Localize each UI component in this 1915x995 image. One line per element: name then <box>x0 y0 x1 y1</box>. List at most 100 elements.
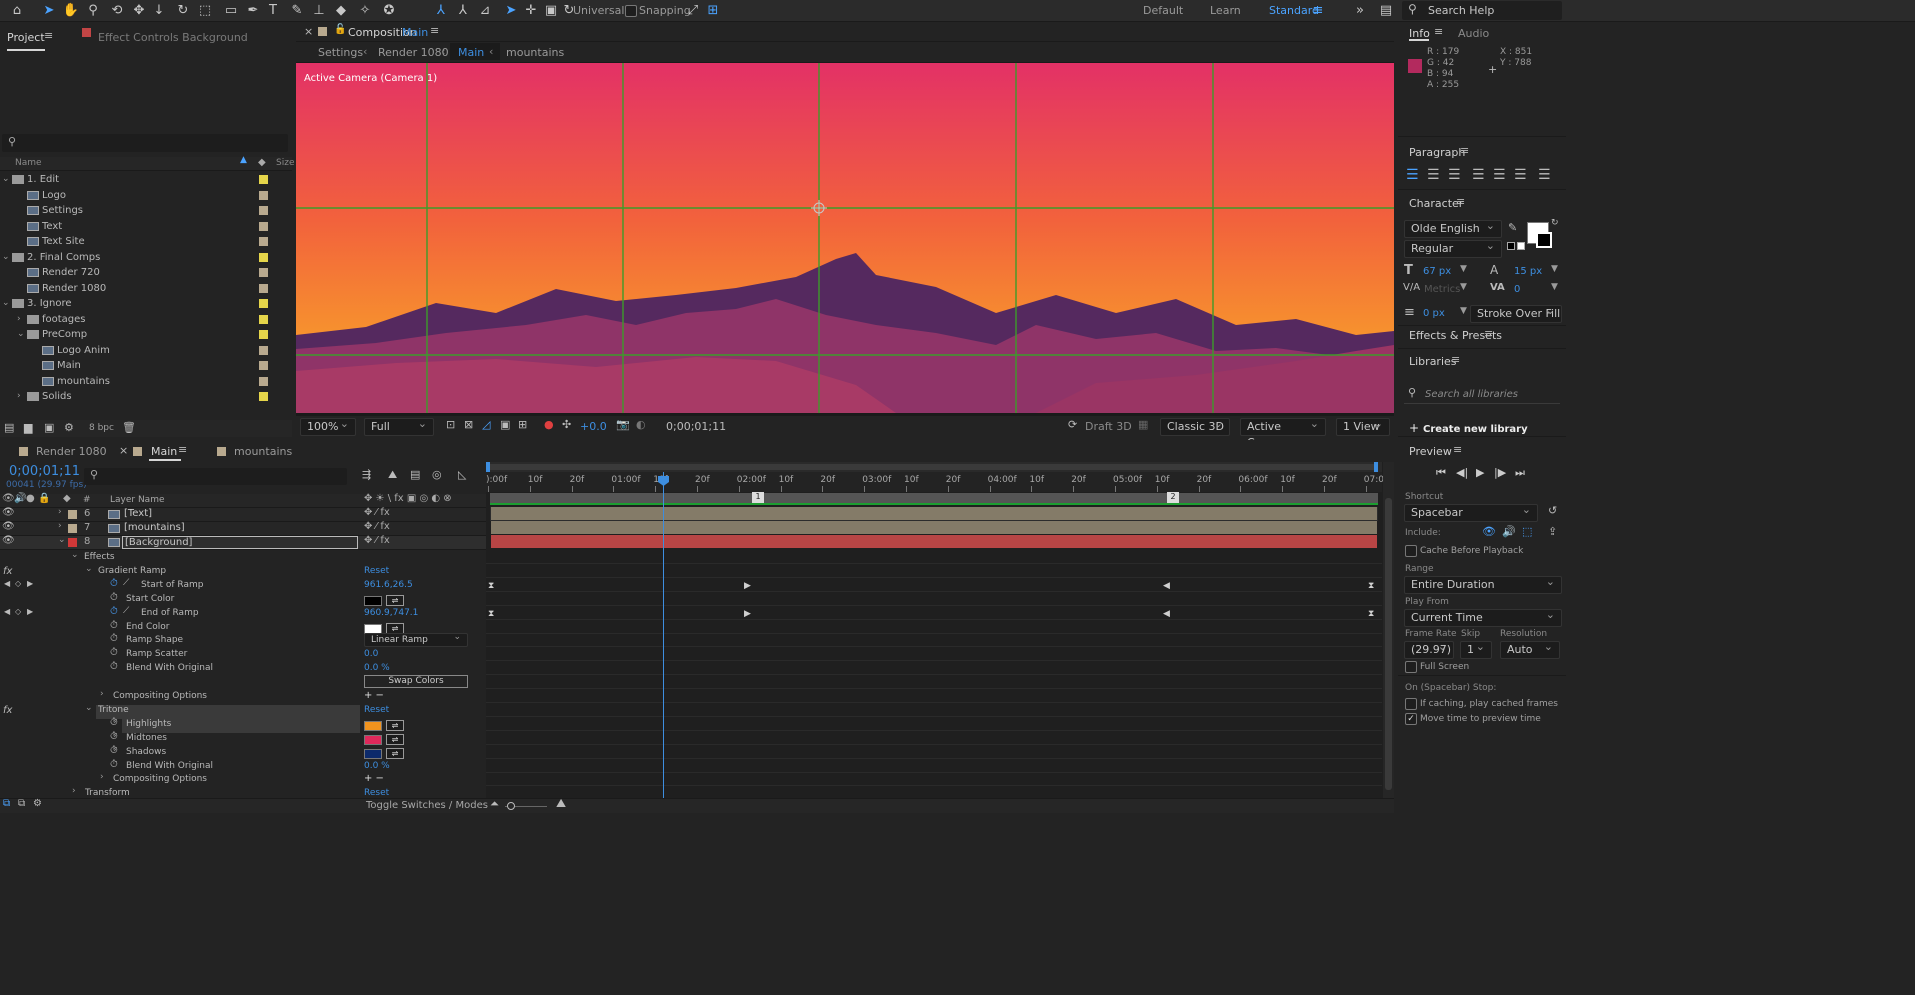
stopwatch-icon[interactable]: ⏱ <box>110 592 118 603</box>
project-item[interactable]: ⌄ 2. Final Comps <box>0 250 292 265</box>
tab-mountains[interactable]: mountains <box>234 445 292 458</box>
work-area-start-handle[interactable] <box>486 462 490 472</box>
eye-icon[interactable]: 👁 <box>2 521 15 532</box>
chevron-down-icon[interactable]: ▼ <box>1460 306 1467 316</box>
layer-row[interactable]: 👁 ⌄ 8 [Background] ✥ ⁄ fx <box>0 535 486 550</box>
label-color-swatch[interactable] <box>259 392 268 401</box>
stopwatch-icon[interactable]: ⏱ <box>110 745 118 756</box>
play-icon[interactable]: ▶ <box>1476 466 1484 479</box>
selection-tool-icon[interactable]: ➤ <box>40 2 58 20</box>
project-item[interactable]: Logo Anim <box>0 343 292 358</box>
workspace-menu-icon[interactable]: ≡ <box>1309 2 1327 20</box>
flowchart-icon[interactable]: ⚙ <box>64 421 74 434</box>
composition-tab-name[interactable]: Main <box>402 26 428 39</box>
midtones-property[interactable]: › ⏱ Midtones ⇌ <box>0 731 486 747</box>
label-color-swatch[interactable] <box>259 361 268 370</box>
snapshot-region-icon[interactable]: ⊡ <box>446 418 455 431</box>
layer-switches[interactable]: ✥ ⁄ fx <box>364 535 390 546</box>
pan-behind-icon[interactable]: ⬚ <box>196 2 214 20</box>
camera-select[interactable]: Active Camer... <box>1240 416 1326 449</box>
pen-tool-icon[interactable]: ✒ <box>244 2 262 20</box>
menu-icon[interactable]: ≡ <box>1434 25 1443 38</box>
frame-blending-icon[interactable]: ◎ <box>432 468 442 481</box>
tracking-value[interactable]: 0 <box>1514 284 1520 295</box>
blend-with-original-property-value[interactable]: 0.0 % <box>364 761 390 771</box>
search-help-field[interactable]: ⚲ Search Help <box>1402 1 1562 20</box>
font-style-select[interactable]: Regular <box>1404 238 1502 258</box>
ramp-shape-select[interactable]: Linear Ramp <box>364 631 468 648</box>
layer-name[interactable]: [mountains] <box>122 522 187 533</box>
eyedropper-icon[interactable]: ⇌ <box>386 719 404 731</box>
set-stroke-black-icon[interactable] <box>1507 242 1515 250</box>
effects-group[interactable]: ⌄ Effects <box>0 550 486 566</box>
label-color-swatch[interactable] <box>259 314 268 324</box>
layer-label-swatch[interactable] <box>68 510 77 519</box>
puppet-tool-icon[interactable]: ✪ <box>380 2 398 20</box>
zoom-out-icon[interactable]: ⏶ <box>490 797 499 811</box>
chevron-down-icon[interactable]: ▼ <box>1551 264 1558 274</box>
project-item[interactable]: Settings <box>0 203 292 218</box>
layer-name[interactable]: [Background] <box>122 536 358 549</box>
ramp-scatter-property-value[interactable]: 0.0 <box>364 649 378 659</box>
justify-right-icon[interactable]: ☰ <box>1514 167 1527 183</box>
chevron-down-icon[interactable]: ⌄ <box>85 703 93 713</box>
column-size[interactable]: Size <box>276 158 294 168</box>
select-cursor-icon[interactable]: ➤ <box>502 2 520 20</box>
roi-icon[interactable]: ▣ <box>500 418 510 431</box>
chevron-down-icon[interactable]: ⌄ <box>2 296 10 311</box>
include-video-icon[interactable]: 👁 <box>1482 525 1496 538</box>
eyedropper-icon[interactable]: ✎ <box>1508 221 1517 234</box>
stopwatch-icon[interactable]: ⏱ <box>110 661 118 672</box>
include-audio-icon[interactable]: 🔊 <box>1502 525 1516 538</box>
rectangle-tool-icon[interactable]: ▭ <box>222 2 240 20</box>
end-of-ramp-property-value[interactable]: 960.9,747.1 <box>364 608 418 618</box>
add-keyframe-icon[interactable]: ◇ <box>15 607 21 616</box>
comp-marker-1[interactable]: 1 <box>752 492 764 503</box>
label-color-swatch[interactable] <box>259 237 268 246</box>
ramp-shape-property[interactable]: ⏱ Ramp Shape Linear Ramp <box>0 631 486 649</box>
draft-3d-icon[interactable]: ⟳ <box>1068 418 1077 431</box>
world-axis-icon[interactable]: ⅄ <box>454 2 472 20</box>
fx-toggle[interactable]: fx <box>3 566 12 577</box>
eyedropper-icon[interactable]: ⇌ <box>386 622 404 634</box>
fx-toggle[interactable]: fx <box>3 705 12 716</box>
end-color-property-swatch[interactable] <box>364 623 382 634</box>
chevron-down-icon[interactable]: ▼ <box>1460 264 1467 274</box>
highlights-property-swatch[interactable] <box>364 720 382 731</box>
previous-frame-icon[interactable]: ◀| <box>1456 466 1468 479</box>
play-cached-frames-checkbox[interactable] <box>1405 698 1417 710</box>
label-color-swatch[interactable] <box>259 376 268 386</box>
library-search-input[interactable]: ⚲ Search all libraries <box>1404 386 1560 404</box>
brush-tool-icon[interactable]: ✎ <box>288 2 306 20</box>
roto-brush-icon[interactable]: ✧ <box>356 2 374 20</box>
compositing-options-group[interactable]: › Compositing Options + − <box>0 689 486 705</box>
label-color-swatch[interactable] <box>259 268 268 277</box>
cache-before-playback-checkbox[interactable] <box>1405 545 1417 557</box>
color-channels-icon[interactable]: ● <box>544 418 554 431</box>
timeline-scrollbar[interactable] <box>1383 462 1394 798</box>
menu-icon[interactable]: ≡ <box>1456 195 1465 208</box>
font-size-value[interactable]: 67 px <box>1423 266 1451 277</box>
font-family-select[interactable]: Olde English <box>1404 218 1502 238</box>
layer-row[interactable]: 👁 › 6 [Text] ✥ ⁄ fx <box>0 507 486 522</box>
menu-icon[interactable]: ≡ <box>1453 443 1462 456</box>
comp-mini-flowchart-icon[interactable]: ⇶ <box>362 468 371 481</box>
swap-colors-button[interactable]: Swap Colors <box>364 675 468 689</box>
project-item[interactable]: Main <box>0 358 292 373</box>
include-overlays-icon[interactable]: ⬚ <box>1522 525 1532 538</box>
eraser-tool-icon[interactable]: ◆ <box>332 2 350 20</box>
work-area-bar[interactable] <box>486 462 1382 472</box>
mask-visibility-icon[interactable]: ◿ <box>482 418 490 431</box>
align-right-icon[interactable]: ☰ <box>1448 167 1461 183</box>
stopwatch-icon[interactable]: ⏱ <box>110 633 118 644</box>
label-color-swatch[interactable] <box>259 330 268 339</box>
project-item[interactable]: Render 1080 <box>0 281 292 296</box>
project-item[interactable]: ⌄ 1. Edit <box>0 172 292 187</box>
close-icon[interactable]: × <box>119 444 128 457</box>
rotation-tool-icon[interactable]: ↻ <box>174 2 192 20</box>
chevron-right-icon[interactable]: › <box>17 389 21 404</box>
chevron-right-icon[interactable]: › <box>100 772 104 782</box>
menu-icon[interactable]: ≡ <box>1460 144 1469 157</box>
label-color-swatch[interactable] <box>259 299 268 308</box>
menu-icon[interactable]: ≡ <box>1484 327 1493 340</box>
